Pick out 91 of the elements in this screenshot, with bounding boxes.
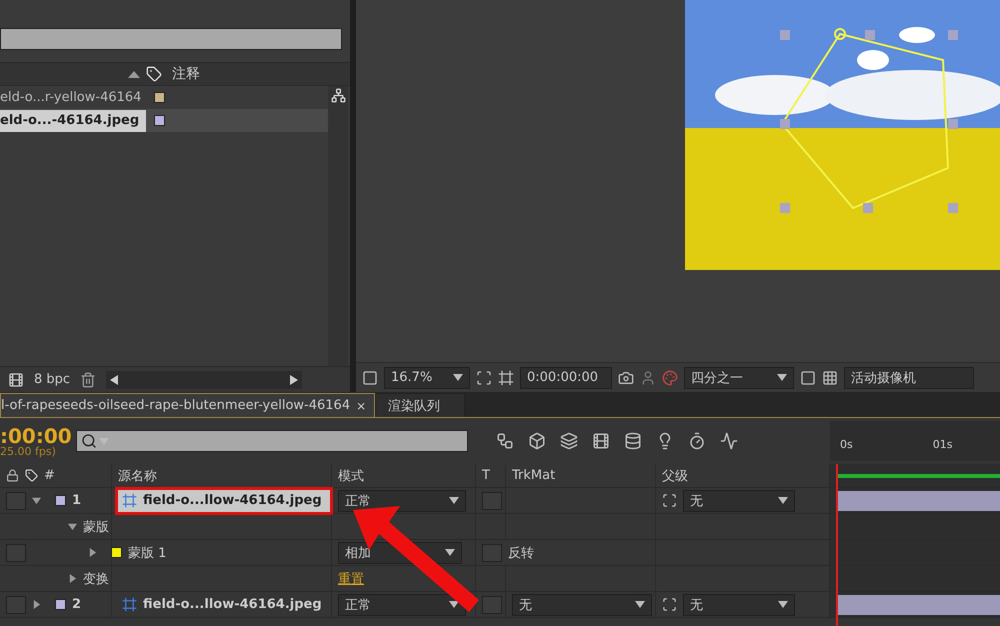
- twirl-arrow-icon[interactable]: [32, 600, 41, 609]
- person-icon[interactable]: [640, 370, 656, 386]
- tag-icon[interactable]: [25, 469, 38, 482]
- layer-duration-bar[interactable]: [838, 594, 1000, 614]
- caret-icon: [778, 601, 788, 608]
- search-field[interactable]: [0, 28, 342, 50]
- zoom-dropdown[interactable]: 16.7%: [384, 366, 470, 388]
- invert-label: 反转: [508, 544, 534, 562]
- label-color-swatch[interactable]: [154, 92, 165, 103]
- mode-column-header[interactable]: 模式: [338, 466, 364, 484]
- tag-icon[interactable]: [146, 66, 162, 82]
- transparency-grid-icon[interactable]: [822, 370, 838, 386]
- scroll-right-icon[interactable]: [290, 374, 298, 384]
- layer-search-field[interactable]: [76, 430, 468, 452]
- parent-column-header[interactable]: 父级: [662, 466, 688, 484]
- cube-icon[interactable]: [528, 432, 546, 450]
- frame-rate: 25.00 fps): [0, 446, 57, 456]
- twirl-arrow-icon[interactable]: [32, 496, 41, 505]
- caret-icon: [777, 374, 787, 381]
- layer-number: 1: [72, 493, 82, 508]
- invert-checkbox[interactable]: [482, 544, 502, 562]
- preserve-transparency-checkbox[interactable]: [482, 492, 502, 510]
- property-label: 变换: [83, 570, 109, 588]
- timeline-tab[interactable]: l-of-rapeseeds-oilseed-rape-blutenmeer-yellow-46164 ×: [0, 393, 376, 417]
- label-color-swatch[interactable]: [55, 599, 66, 610]
- search-icon: [81, 433, 97, 449]
- visibility-toggle[interactable]: [6, 544, 26, 562]
- ruler-label: 0s: [840, 438, 853, 451]
- caret-icon: [445, 549, 455, 556]
- film-icon[interactable]: [592, 432, 610, 450]
- caret-icon: [453, 374, 463, 381]
- timecode-field[interactable]: 0:00:00:00: [520, 366, 612, 388]
- parent-dropdown[interactable]: 无: [683, 594, 795, 616]
- layers-icon[interactable]: [560, 432, 578, 450]
- visibility-toggle[interactable]: [6, 596, 26, 614]
- scrollbar[interactable]: [328, 86, 348, 366]
- color-channels-icon[interactable]: [662, 370, 678, 386]
- timeline-tab[interactable]: 渲染队列: [375, 393, 466, 417]
- trkmat-column-header[interactable]: TrkMat: [512, 468, 556, 483]
- project-item[interactable]: eld-o...-46164.jpeg: [0, 110, 146, 132]
- flowchart-icon[interactable]: [330, 88, 346, 103]
- fast-preview-icon[interactable]: [800, 370, 816, 386]
- scroll-left-icon[interactable]: [110, 374, 118, 384]
- t-column-header: T: [482, 468, 490, 483]
- time-ruler[interactable]: 0s 01s: [830, 421, 1000, 461]
- number-column-header: #: [44, 468, 55, 483]
- flowchart-icon[interactable]: [496, 432, 514, 450]
- stopwatch-icon[interactable]: [688, 432, 706, 450]
- current-time[interactable]: :00:00: [0, 426, 76, 446]
- layer-name[interactable]: field-o...llow-46164.jpeg: [118, 490, 330, 512]
- label-color-swatch[interactable]: [154, 115, 165, 126]
- caret-icon: [635, 601, 645, 608]
- layer-duration-bar[interactable]: [838, 490, 1000, 510]
- caret-icon: [778, 497, 788, 504]
- mode-dropdown[interactable]: 正常: [338, 594, 466, 616]
- project-item[interactable]: eld-o...r-yellow-46164: [0, 86, 146, 108]
- close-button[interactable]: ×: [356, 398, 366, 412]
- mask-name: 蒙版 1: [128, 544, 166, 562]
- track-matte-dropdown[interactable]: 无: [512, 594, 652, 616]
- graph-editor-icon[interactable]: [720, 432, 738, 450]
- layer-name[interactable]: field-o...llow-46164.jpeg: [118, 594, 330, 616]
- parent-dropdown[interactable]: 无: [683, 490, 795, 512]
- mask-color-swatch[interactable]: [111, 547, 122, 558]
- twirl-arrow-icon[interactable]: [68, 522, 77, 531]
- work-area-bar[interactable]: [838, 474, 1000, 478]
- twirl-arrow-icon[interactable]: [88, 548, 97, 557]
- label-color-swatch[interactable]: [55, 495, 66, 506]
- safe-margins-icon[interactable]: [476, 370, 492, 386]
- group-label: 蒙版: [83, 518, 109, 536]
- camera-icon[interactable]: [618, 370, 634, 386]
- bit-depth-label[interactable]: 8 bpc: [34, 372, 70, 387]
- mode-dropdown[interactable]: 正常: [338, 490, 466, 512]
- film-icon[interactable]: [8, 372, 24, 388]
- visibility-toggle[interactable]: [6, 492, 26, 510]
- horizontal-scrollbar[interactable]: [106, 370, 302, 388]
- camera-dropdown[interactable]: 活动摄像机: [844, 366, 974, 388]
- resolution-dropdown[interactable]: 四分之一: [684, 366, 794, 388]
- trash-icon[interactable]: [80, 372, 96, 388]
- comment-column-label[interactable]: 注释: [172, 65, 200, 83]
- region-icon[interactable]: [362, 370, 378, 386]
- caret-icon: [449, 601, 459, 608]
- sort-arrow-icon[interactable]: [128, 70, 140, 78]
- caret-icon: [449, 497, 459, 504]
- preserve-transparency-checkbox[interactable]: [482, 596, 502, 614]
- source-name-column-header[interactable]: 源名称: [118, 466, 157, 484]
- lock-icon[interactable]: [6, 469, 19, 482]
- reset-link[interactable]: 重置: [338, 570, 364, 588]
- disc-stack-icon[interactable]: [624, 432, 642, 450]
- layer-number: 2: [72, 597, 82, 612]
- twirl-arrow-icon[interactable]: [68, 574, 77, 583]
- ruler-label: 01s: [932, 438, 952, 451]
